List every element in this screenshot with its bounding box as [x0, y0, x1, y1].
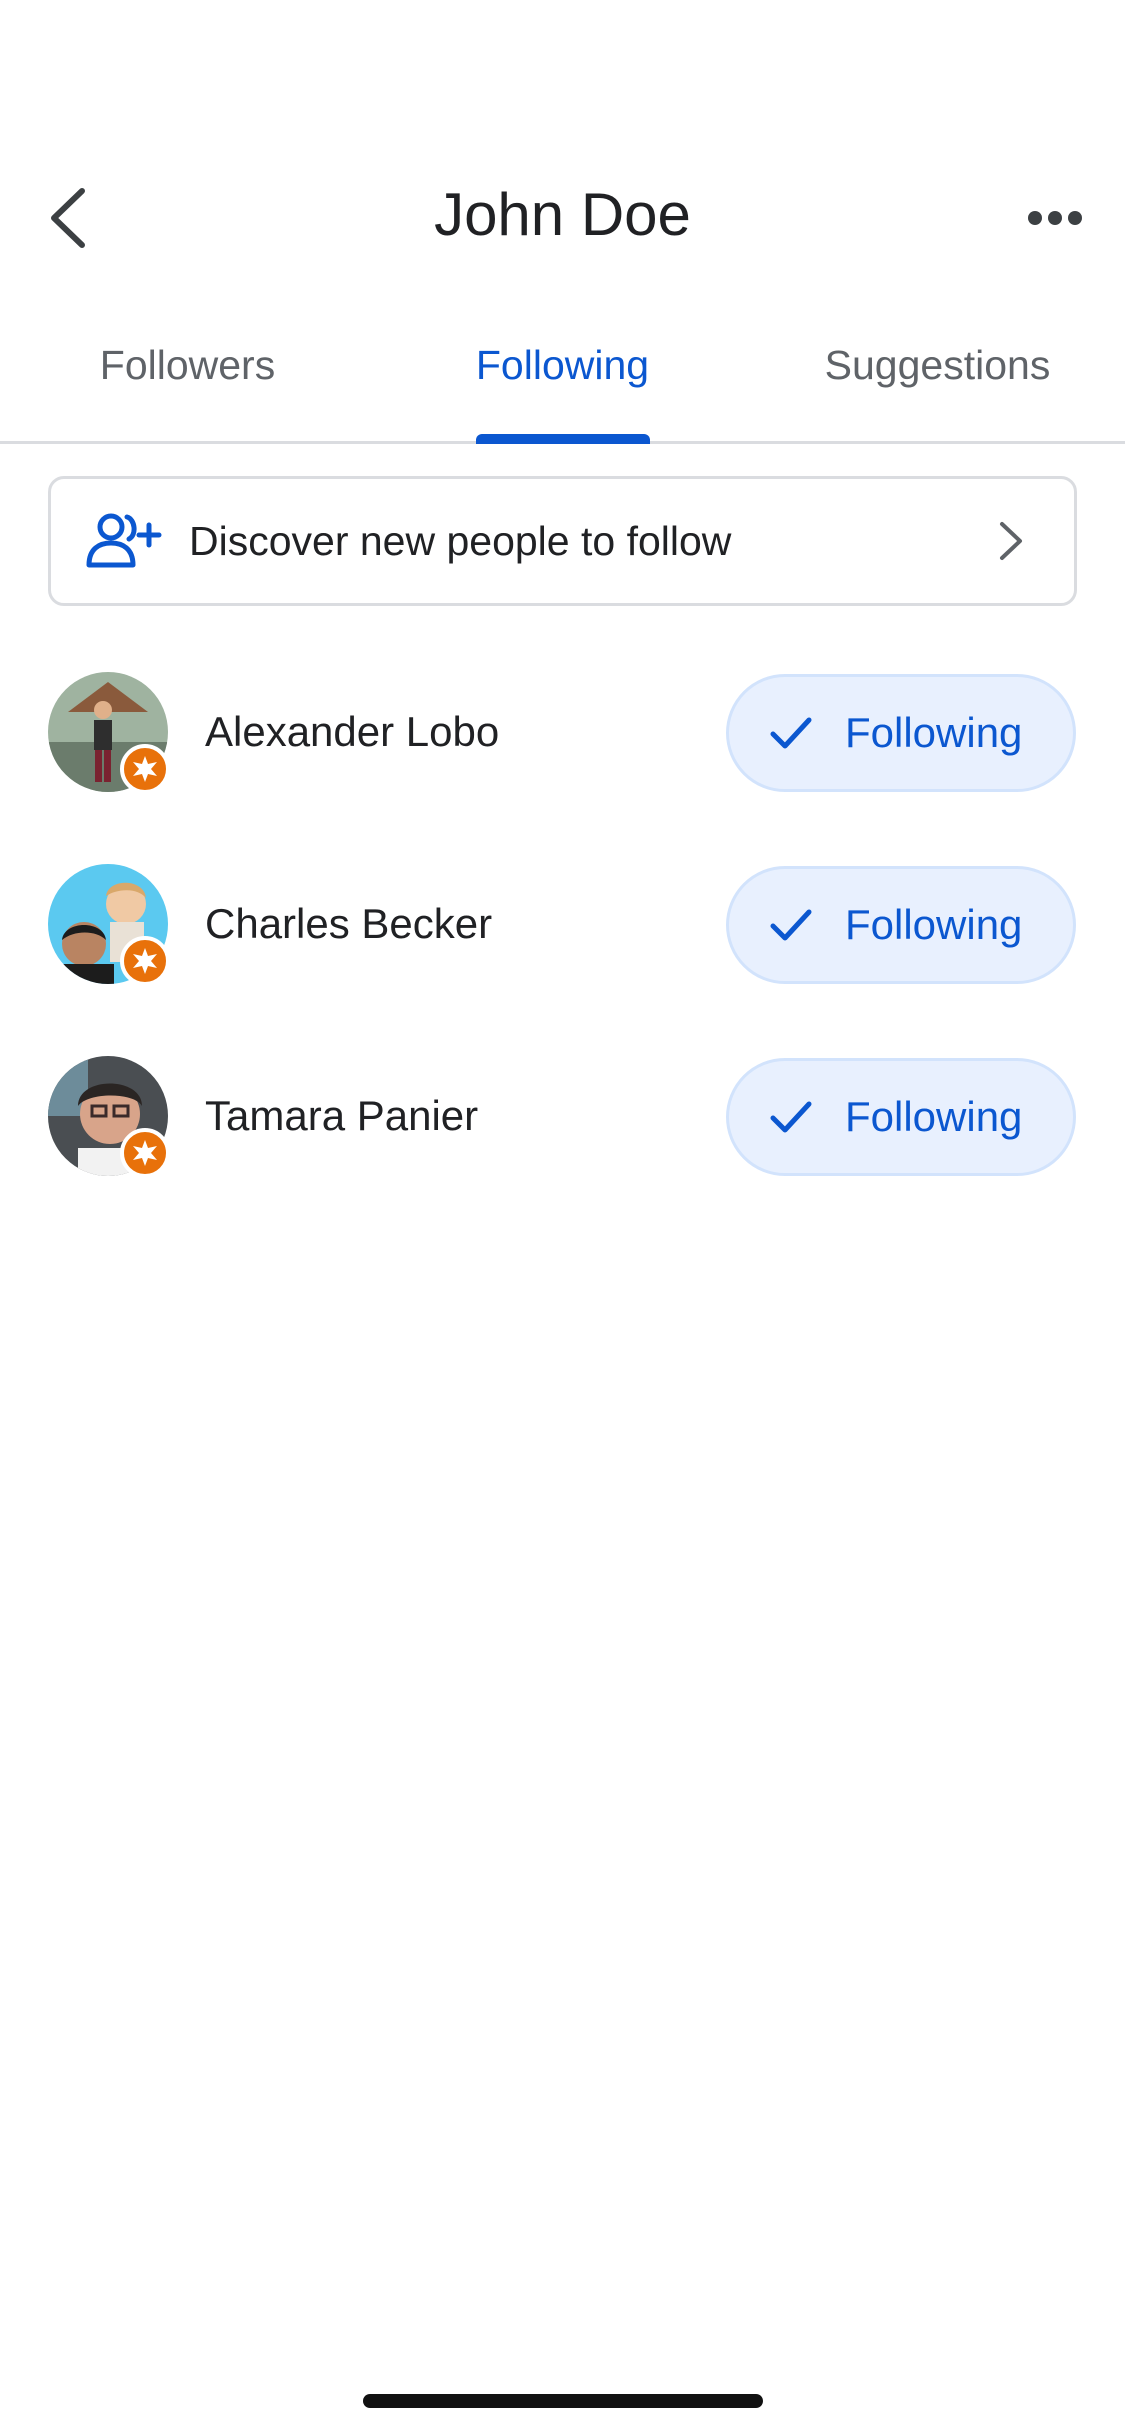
following-screen: John Doe Followers Following Suggestions… — [0, 0, 1125, 2436]
list-item: Alexander Lobo Following — [0, 672, 1125, 864]
check-icon — [770, 909, 812, 941]
following-button[interactable]: Following — [726, 866, 1076, 984]
page-title: John Doe — [434, 181, 691, 248]
home-indicator[interactable] — [362, 2394, 763, 2408]
following-list: Alexander Lobo Following Charles Becker … — [0, 672, 1125, 1248]
following-button-label: Following — [845, 901, 1023, 948]
tab-bar: Followers Following Suggestions — [0, 320, 1125, 444]
following-button[interactable]: Following — [726, 674, 1076, 792]
discover-label: Discover new people to follow — [189, 517, 732, 564]
person-name[interactable]: Alexander Lobo — [205, 708, 499, 756]
person-name[interactable]: Charles Becker — [205, 900, 492, 948]
check-icon — [770, 717, 812, 749]
discover-people-card[interactable]: Discover new people to follow — [48, 476, 1077, 606]
following-button[interactable]: Following — [726, 1058, 1076, 1176]
list-item: Charles Becker Following — [0, 864, 1125, 1056]
badge-icon — [120, 1128, 170, 1178]
badge-icon — [120, 744, 170, 794]
following-button-label: Following — [845, 709, 1023, 756]
list-item: Tamara Panier Following — [0, 1056, 1125, 1248]
tab-following[interactable]: Following — [375, 320, 750, 441]
chevron-right-icon — [1000, 522, 1022, 560]
more-options-button[interactable] — [1015, 188, 1095, 248]
more-horizontal-icon — [1028, 211, 1082, 225]
header: John Doe — [0, 150, 1125, 280]
badge-icon — [120, 936, 170, 986]
tab-followers[interactable]: Followers — [0, 320, 375, 441]
check-icon — [770, 1101, 812, 1133]
following-button-label: Following — [845, 1093, 1023, 1140]
person-add-icon — [86, 513, 162, 568]
tab-suggestions[interactable]: Suggestions — [750, 320, 1125, 441]
person-name[interactable]: Tamara Panier — [205, 1092, 478, 1140]
